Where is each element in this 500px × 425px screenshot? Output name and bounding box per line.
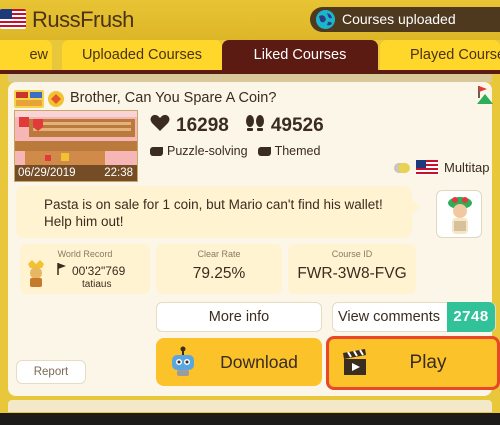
bottom-bar [0,413,500,425]
course-card: Brother, Can You Spare A Coin? 06/29/201… [8,82,500,396]
view-comments-button[interactable]: View comments 2748 [332,302,496,332]
us-flag-icon [0,9,26,29]
flag-icon [56,262,68,279]
world-record-time: 00'32"769 [72,263,126,278]
footprints-icon [245,114,265,138]
super-mario-maker-logo-icon [14,88,66,110]
username: RussFrush [32,7,134,32]
tag-label: Puzzle-solving [167,144,248,158]
tab-played-courses[interactable]: Played Course [380,40,500,70]
course-id-box: Course ID FWR-3W8-FVG [288,244,416,294]
us-flag-icon [416,160,438,175]
speech-bubble-tail [412,200,421,214]
tag-item: Puzzle-solving [150,144,248,158]
play-button[interactable]: Play [326,336,500,390]
course-stats: 16298 49526 [150,114,340,138]
more-info-button[interactable]: More info [156,302,322,332]
tag-item: Themed [257,144,321,158]
play-label: Play [409,352,447,373]
tag-icon [150,146,163,156]
thumbnail-date-bar: 06/29/2019 22:38 [15,165,137,181]
course-title: Brother, Can You Spare A Coin? [70,90,277,106]
course-description: Pasta is on sale for 1 coin, but Mario c… [16,186,412,238]
world-record-box: World Record 00'32"769 tatiaus [20,244,150,294]
world-record-time-row: 00'32"769 [56,262,125,279]
tag-icon [257,146,271,156]
thumbnail-date: 06/29/2019 [18,167,76,179]
header-bar: RussFrush Courses uploaded [0,0,500,40]
robot-icon [168,346,198,378]
tab-uploaded-courses[interactable]: Uploaded Courses [62,40,222,70]
course-id-label: Course ID [331,249,373,259]
comments-count-badge: 2748 [447,302,495,332]
plays-count: 49526 [270,115,324,136]
courses-uploaded-label: Courses uploaded [342,11,456,27]
tag-label: Themed [274,144,321,158]
clear-rate-label: Clear Rate [197,249,241,259]
world-record-holder-avatar [26,258,46,288]
download-button[interactable]: Download [156,338,322,386]
thumbnail-time: 22:38 [104,167,133,179]
likes-count: 16298 [176,115,229,136]
course-tags: Puzzle-solving Themed [150,144,330,158]
heart-icon [150,114,170,138]
tab-new[interactable]: ew [0,40,52,70]
clear-rate-value: 79.25% [192,265,246,282]
tab-liked-courses[interactable]: Liked Courses [222,40,378,70]
creator-name: Multitap [444,160,490,175]
course-id-value: FWR-3W8-FVG [297,265,407,282]
view-comments-label: View comments [337,309,441,325]
courses-uploaded-button[interactable]: Courses uploaded [310,7,500,32]
next-card-edge [8,400,492,412]
report-button[interactable]: Report [16,360,86,384]
world-record-holder: tatiaus [82,279,112,290]
course-thumbnail[interactable]: 06/29/2019 22:38 [14,110,138,182]
clear-rate-box: Clear Rate 79.25% [156,244,282,294]
creator-badge-icon [394,162,410,173]
previous-card-edge [8,74,492,82]
creator-info: Multitap [394,160,490,175]
globe-icon [316,10,335,29]
creator-avatar[interactable] [436,190,482,238]
course-style-icon [477,84,493,106]
download-label: Download [220,352,298,372]
clapperboard-icon [341,347,369,377]
